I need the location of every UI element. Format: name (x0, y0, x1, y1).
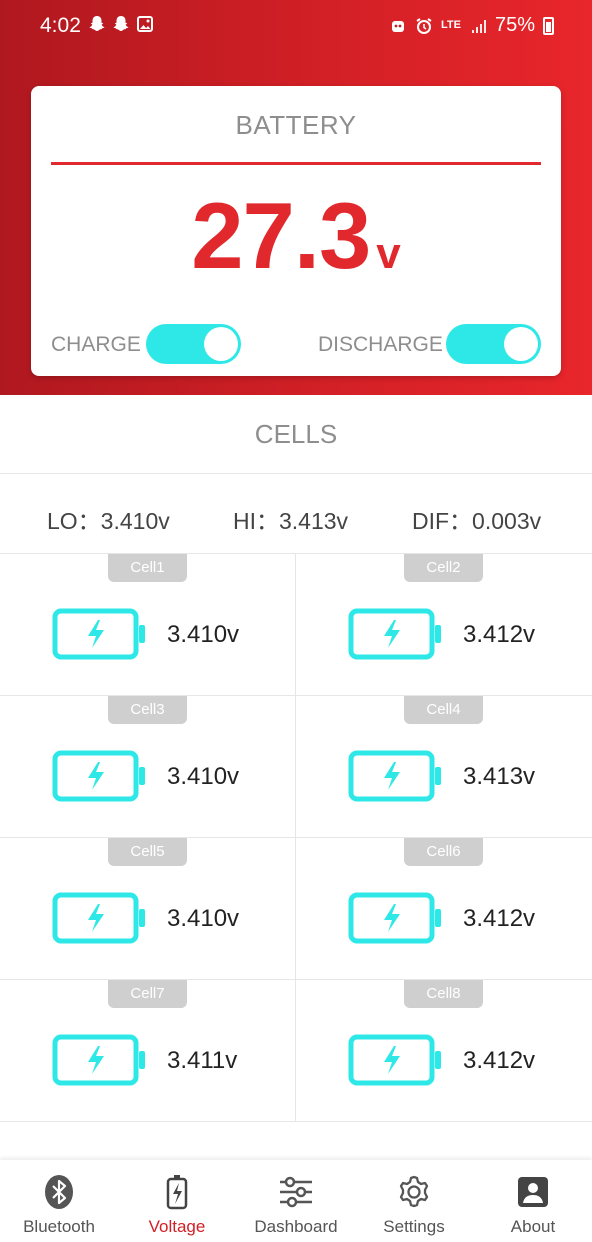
nav-settings[interactable]: Settings (355, 1160, 473, 1242)
gear-icon (399, 1175, 429, 1208)
cell-tag: Cell3 (108, 696, 187, 724)
battery-charging-icon (348, 892, 441, 944)
cell-card: Cell4 3.413v (296, 696, 592, 838)
cell-card: Cell6 3.412v (296, 838, 592, 980)
battery-status-icon (543, 16, 554, 35)
robot-icon (389, 17, 407, 35)
summary-hi: HI：3.413v (233, 508, 349, 534)
network-type-label: LTE (441, 19, 461, 31)
bluetooth-icon (45, 1175, 73, 1209)
snapchat-icon (112, 15, 130, 33)
battery-card: BATTERY 27.3 v CHARGE DISCHARGE (31, 86, 561, 376)
battery-divider (51, 162, 541, 165)
battery-charging-icon (348, 750, 441, 802)
cell-tag: Cell8 (404, 980, 483, 1008)
cell-voltage: 3.412v (463, 621, 536, 648)
cell-card: Cell2 3.412v (296, 554, 592, 696)
toggle-knob (204, 327, 238, 361)
snapchat-icon (88, 15, 106, 33)
battery-voltage: 27.3 v (31, 182, 561, 290)
toggle-knob (504, 327, 538, 361)
nav-dashboard[interactable]: Dashboard (237, 1160, 355, 1242)
status-time: 4:02 (40, 14, 81, 37)
cells-title: CELLS (0, 395, 592, 474)
nav-about[interactable]: About (474, 1160, 592, 1242)
battery-percent: 75% (494, 14, 535, 36)
battery-voltage-icon (166, 1175, 188, 1210)
battery-charging-icon (348, 608, 441, 660)
discharge-label: DISCHARGE (318, 333, 443, 356)
alarm-icon (415, 17, 433, 35)
battery-charging-icon (348, 1034, 441, 1086)
battery-voltage-unit: v (376, 229, 401, 278)
summary-lo: LO：3.410v (47, 508, 170, 534)
nav-label: Bluetooth (23, 1217, 95, 1236)
cell-card: Cell8 3.412v (296, 980, 592, 1122)
discharge-toggle[interactable] (446, 324, 541, 364)
battery-charging-icon (52, 608, 145, 660)
cell-tag: Cell4 (404, 696, 483, 724)
nav-label: About (510, 1217, 556, 1236)
battery-voltage-value: 27.3 (191, 183, 371, 288)
cell-voltage: 3.410v (167, 763, 240, 790)
status-bar: 4:02 LTE 75% (0, 0, 592, 52)
battery-charging-icon (52, 892, 145, 944)
bottom-nav: Bluetooth Voltage Dashboard Settings Abo… (0, 1160, 592, 1242)
summary-dif: DIF：0.003v (412, 508, 542, 534)
cell-tag: Cell7 (108, 980, 187, 1008)
nav-label: Voltage (148, 1217, 206, 1236)
signal-icon (469, 17, 487, 35)
cell-voltage: 3.411v (167, 1047, 238, 1074)
cell-voltage: 3.412v (463, 905, 536, 932)
cell-card: Cell5 3.410v (0, 838, 296, 980)
cell-voltage: 3.410v (167, 905, 240, 932)
cell-card: Cell7 3.411v (0, 980, 296, 1122)
cell-tag: Cell5 (108, 838, 187, 866)
charge-label: CHARGE (51, 333, 141, 356)
nav-voltage[interactable]: Voltage (118, 1160, 236, 1242)
charge-toggle[interactable] (146, 324, 241, 364)
cell-voltage: 3.410v (167, 621, 240, 648)
battery-charging-icon (52, 1034, 145, 1086)
battery-title: BATTERY (235, 110, 357, 140)
cell-voltage: 3.412v (463, 1047, 536, 1074)
battery-charging-icon (52, 750, 145, 802)
sliders-icon (280, 1176, 312, 1208)
person-icon (518, 1177, 548, 1207)
cell-tag: Cell6 (404, 838, 483, 866)
cells-summary: LO：3.410v HI：3.413v DIF：0.003v (0, 474, 592, 554)
header-background: 4:02 LTE 75% BATTERY 27.3 v CHARGE DISCH… (0, 0, 592, 395)
cell-card: Cell3 3.410v (0, 696, 296, 838)
cell-tag: Cell2 (404, 554, 483, 582)
gallery-icon (136, 15, 154, 33)
cell-voltage: 3.413v (463, 763, 536, 790)
nav-bluetooth[interactable]: Bluetooth (0, 1160, 118, 1242)
nav-label: Dashboard (254, 1217, 338, 1236)
cell-card: Cell1 3.410v (0, 554, 296, 696)
cell-tag: Cell1 (108, 554, 187, 582)
nav-label: Settings (383, 1217, 445, 1236)
